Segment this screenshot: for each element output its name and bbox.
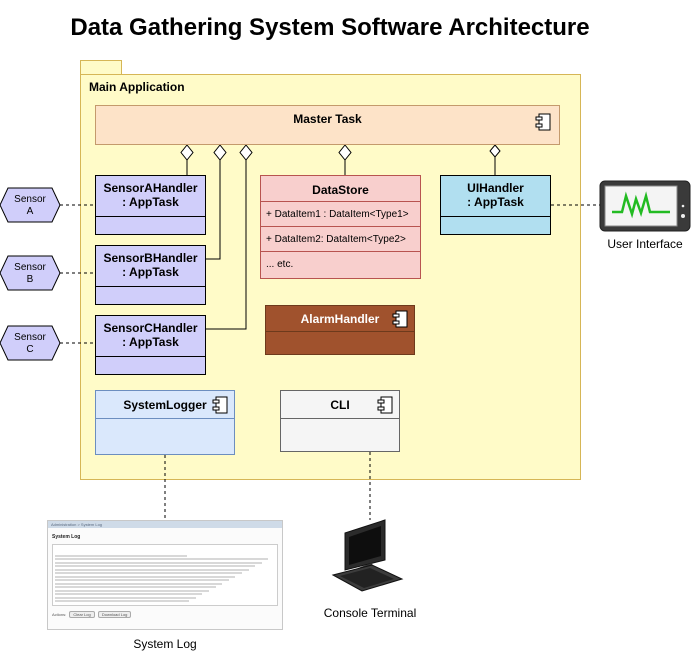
- sensor-c-label: Sensor C: [5, 332, 55, 356]
- alarm-handler: AlarmHandler: [265, 305, 415, 355]
- diamond-datastore: [338, 144, 352, 161]
- datastore-title: DataStore: [261, 176, 420, 202]
- datastore-class: DataStore + DataItem1 : DataItem<Type1> …: [260, 175, 421, 279]
- system-log-label: System Log: [133, 637, 197, 651]
- sensor-a-label: Sensor A: [5, 194, 55, 218]
- user-interface-device: [599, 180, 691, 232]
- log-text-line: [55, 565, 256, 568]
- log-footer: Actions: Clear Log Download Log: [48, 608, 282, 621]
- cli-component: CLI: [280, 390, 400, 452]
- sensor-c-handler: SensorCHandler : AppTask: [95, 315, 206, 375]
- sensor-b-handler: SensorBHandler : AppTask: [95, 245, 206, 305]
- master-task-label: Master Task: [293, 112, 362, 126]
- datastore-attribute: + DataItem1 : DataItem<Type1>: [261, 202, 420, 227]
- sensor-a-handler: SensorAHandler : AppTask: [95, 175, 206, 235]
- log-window-bar: Administration > System Log: [48, 521, 282, 528]
- log-content-box: [52, 544, 278, 606]
- sensor-b-label: Sensor B: [5, 262, 55, 286]
- handler-name: SensorAHandler: [103, 181, 198, 195]
- log-heading: System Log: [52, 534, 81, 540]
- log-text-line: [55, 589, 209, 592]
- component-icon: [212, 396, 228, 414]
- handler-type: : AppTask: [122, 335, 179, 349]
- system-log-screenshot: Administration > System Log System Log A…: [47, 520, 283, 630]
- log-text-line: [55, 558, 269, 561]
- handler-name: UIHandler: [467, 181, 524, 195]
- component-icon: [377, 396, 393, 414]
- clear-log-button[interactable]: Clear Log: [69, 611, 95, 618]
- console-terminal-computer: [331, 519, 404, 592]
- agg-line-sensor-c: [206, 160, 247, 330]
- handler-name: SensorBHandler: [103, 251, 198, 265]
- diamond-b: [213, 144, 227, 161]
- download-log-button[interactable]: Download Log: [97, 611, 132, 618]
- master-task: Master Task: [95, 105, 560, 145]
- handler-type: : AppTask: [122, 195, 179, 209]
- system-logger: SystemLogger: [95, 390, 235, 455]
- sensor-line1: Sensor: [14, 194, 46, 205]
- console-terminal-label: Console Terminal: [323, 606, 417, 620]
- log-text-line: [55, 582, 223, 585]
- log-text-line: [55, 550, 275, 554]
- handler-name: SensorCHandler: [103, 321, 198, 335]
- handler-type: : AppTask: [122, 265, 179, 279]
- sensor-line1: Sensor: [14, 332, 46, 343]
- log-text-line: [55, 596, 196, 599]
- log-footer-prefix: Actions:: [52, 612, 67, 617]
- handler-type: : AppTask: [467, 195, 524, 209]
- log-text-line: [55, 593, 203, 596]
- agg-line-sensor-b: [206, 160, 221, 260]
- log-text-line: [55, 554, 187, 557]
- diamond-c: [239, 144, 253, 161]
- sensor-line2: B: [26, 274, 34, 285]
- log-text-line: [55, 579, 229, 582]
- log-text-line: [55, 575, 236, 578]
- component-icon: [535, 113, 551, 131]
- sensor-line2: A: [26, 206, 34, 217]
- log-text-line: [55, 586, 216, 589]
- datastore-attribute: ... etc.: [266, 259, 294, 270]
- datastore-attribute: + DataItem2: DataItem<Type2>: [261, 227, 420, 252]
- diamond-a: [180, 144, 194, 161]
- sensor-line1: Sensor: [14, 262, 46, 273]
- ui-handler: UIHandler : AppTask: [440, 175, 551, 235]
- log-text-line: [55, 568, 249, 571]
- log-text-line: [55, 572, 242, 575]
- log-text-line: [55, 600, 190, 603]
- user-interface-label: User Interface: [607, 237, 683, 251]
- sensor-line2: C: [26, 344, 34, 355]
- diamond-ui: [489, 144, 501, 158]
- log-text-line: [55, 561, 262, 564]
- component-icon: [392, 310, 408, 328]
